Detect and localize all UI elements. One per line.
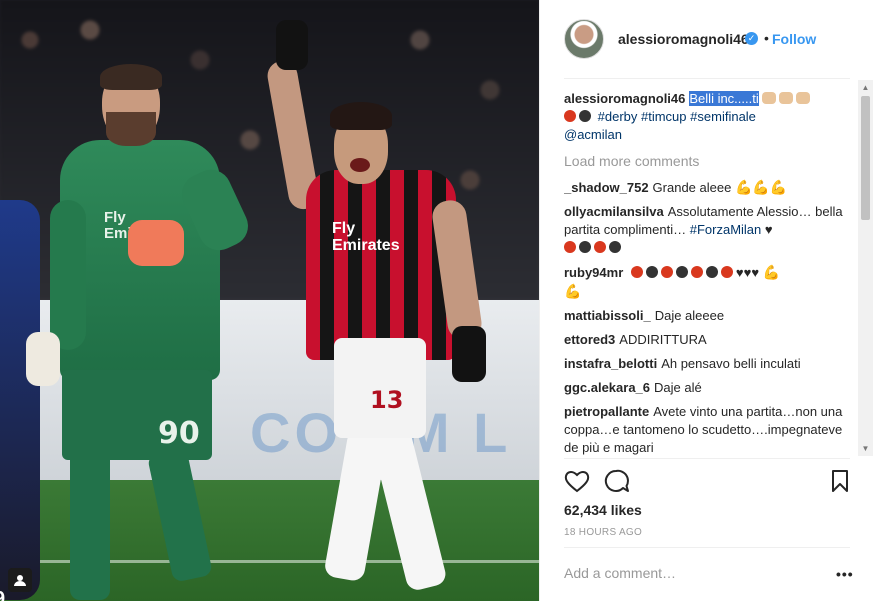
caption: alessioromagnoli46 Belli inc.....ti #derb… (564, 90, 854, 144)
caption-highlighted-text: Belli inc.....ti (689, 91, 759, 106)
keeper-arm (50, 200, 86, 350)
add-comment-input[interactable] (564, 562, 814, 584)
comment-item: pietropallante Avete vinto una partita…no… (564, 403, 854, 456)
keeper-leg (70, 450, 110, 600)
likes-count[interactable]: 62,434 likes (564, 502, 642, 518)
player-number: 13 (370, 386, 404, 414)
red-circle-emoji-icon (720, 266, 733, 278)
scroll-down-arrow-icon[interactable]: ▼ (858, 441, 873, 456)
player-sponsor: Fly Emirates (332, 220, 400, 254)
comment-username[interactable]: mattiabissoli_ (564, 308, 651, 323)
keeper-hair (100, 64, 162, 90)
comments-scrollbar[interactable]: ▲ ▼ (858, 80, 873, 456)
comment-item: ollyacmilansilva Assolutamente Alessio… b… (564, 203, 854, 257)
black-circle-emoji-icon (609, 241, 621, 253)
keeper-beard (106, 112, 156, 146)
comment-text: Ah pensavo belli inculati (661, 356, 801, 371)
heart-emoji-icon: ♥ (764, 222, 773, 237)
edge-player-number: 9 (0, 588, 5, 601)
comment-text: Daje alé (654, 380, 702, 395)
post-side-panel: alessioromagnoli46 ✓ • Follow alessiorom… (539, 0, 873, 601)
comments-list: alessioromagnoli46 Belli inc.....ti #derb… (564, 90, 854, 456)
post-timestamp[interactable]: 18 HOURS AGO (564, 527, 642, 538)
comment-item: ettored3 ADDIRITTURA (564, 331, 854, 349)
comment-text: ADDIRITTURA (619, 332, 707, 347)
fist-emoji-icon (779, 92, 794, 104)
comment-username[interactable]: ollyacmilansilva (564, 204, 664, 219)
actions-divider (564, 458, 850, 459)
comment-text: Grande aleee (652, 180, 732, 195)
header-username[interactable]: alessioromagnoli46 (618, 31, 749, 47)
edge-player: 9 (0, 200, 40, 601)
comment-item: ruby94mr ♥♥♥ 💪 💪 (564, 263, 854, 301)
comment-username[interactable]: _shadow_752 (564, 180, 649, 195)
scroll-up-arrow-icon[interactable]: ▲ (858, 80, 873, 95)
hashtag-link[interactable]: #semifinale (690, 109, 756, 124)
hashtag-link[interactable]: #derby (598, 109, 638, 124)
black-circle-emoji-icon (579, 110, 591, 122)
load-more-comments-button[interactable]: Load more comments (564, 152, 854, 170)
more-icon[interactable]: ••• (836, 566, 854, 582)
red-circle-emoji-icon (564, 241, 576, 253)
keeper-glove (26, 332, 60, 386)
comment-item: mattiabissoli_ Daje aleeee (564, 307, 854, 325)
flexed-biceps-emoji-icon: 💪💪💪 (734, 179, 788, 195)
player-hair (330, 102, 392, 130)
keeper-glove (128, 220, 184, 266)
player-mouth (350, 158, 370, 172)
comment-icon[interactable] (604, 469, 630, 493)
post-header: alessioromagnoli46 ✓ • Follow (540, 0, 873, 79)
caption-username[interactable]: alessioromagnoli46 (564, 91, 685, 106)
comment-text: Daje aleeee (654, 308, 725, 323)
black-circle-emoji-icon (579, 241, 591, 253)
red-circle-emoji-icon (630, 266, 643, 278)
black-circle-emoji-icon (675, 266, 688, 278)
header-separator: • (764, 30, 769, 46)
flexed-biceps-emoji-icon: 💪 (762, 264, 781, 280)
red-circle-emoji-icon (690, 266, 703, 278)
fist-emoji-icon (762, 92, 777, 104)
comment-username[interactable]: instafra_belotti (564, 356, 657, 371)
comment-username[interactable]: ettored3 (564, 332, 615, 347)
avatar[interactable] (564, 19, 604, 59)
red-circle-emoji-icon (564, 110, 576, 122)
heart-emoji-icon: ♥♥♥ (735, 265, 760, 280)
mention-link[interactable]: @acmilan (564, 127, 622, 142)
hashtag-link[interactable]: #timcup (641, 109, 687, 124)
instagram-post: CO PM L 9 90 Fly Emirates (0, 0, 873, 601)
red-circle-emoji-icon (594, 241, 606, 253)
comment-item: instafra_belotti Ah pensavo belli inculat… (564, 355, 854, 373)
verified-icon: ✓ (745, 32, 758, 45)
bookmark-icon[interactable] (830, 469, 850, 493)
heart-icon[interactable] (564, 469, 590, 493)
comment-username[interactable]: ggc.alekara_6 (564, 380, 650, 395)
black-circle-emoji-icon (705, 266, 718, 278)
follow-button[interactable]: Follow (772, 31, 816, 47)
hashtag-link[interactable]: #ForzaMilan (690, 222, 762, 237)
add-comment-divider (564, 547, 850, 548)
red-circle-emoji-icon (660, 266, 673, 278)
comment-username[interactable]: ruby94mr (564, 265, 623, 280)
player-glove (276, 20, 308, 70)
fist-emoji-icon (796, 92, 811, 104)
player-jersey (306, 170, 456, 360)
flexed-biceps-emoji-icon: 💪 (564, 283, 582, 299)
header-divider (564, 78, 850, 79)
post-photo[interactable]: CO PM L 9 90 Fly Emirates (0, 0, 539, 601)
comment-item: _shadow_752 Grande aleee 💪💪💪 (564, 178, 854, 197)
player-glove (452, 326, 486, 382)
keeper-number: 90 (158, 416, 200, 451)
comment-item: ggc.alekara_6 Daje alé (564, 379, 854, 397)
user-tag-icon[interactable] (8, 568, 32, 592)
comment-username[interactable]: pietropallante (564, 404, 649, 419)
scroll-thumb[interactable] (861, 96, 870, 220)
black-circle-emoji-icon (645, 266, 658, 278)
